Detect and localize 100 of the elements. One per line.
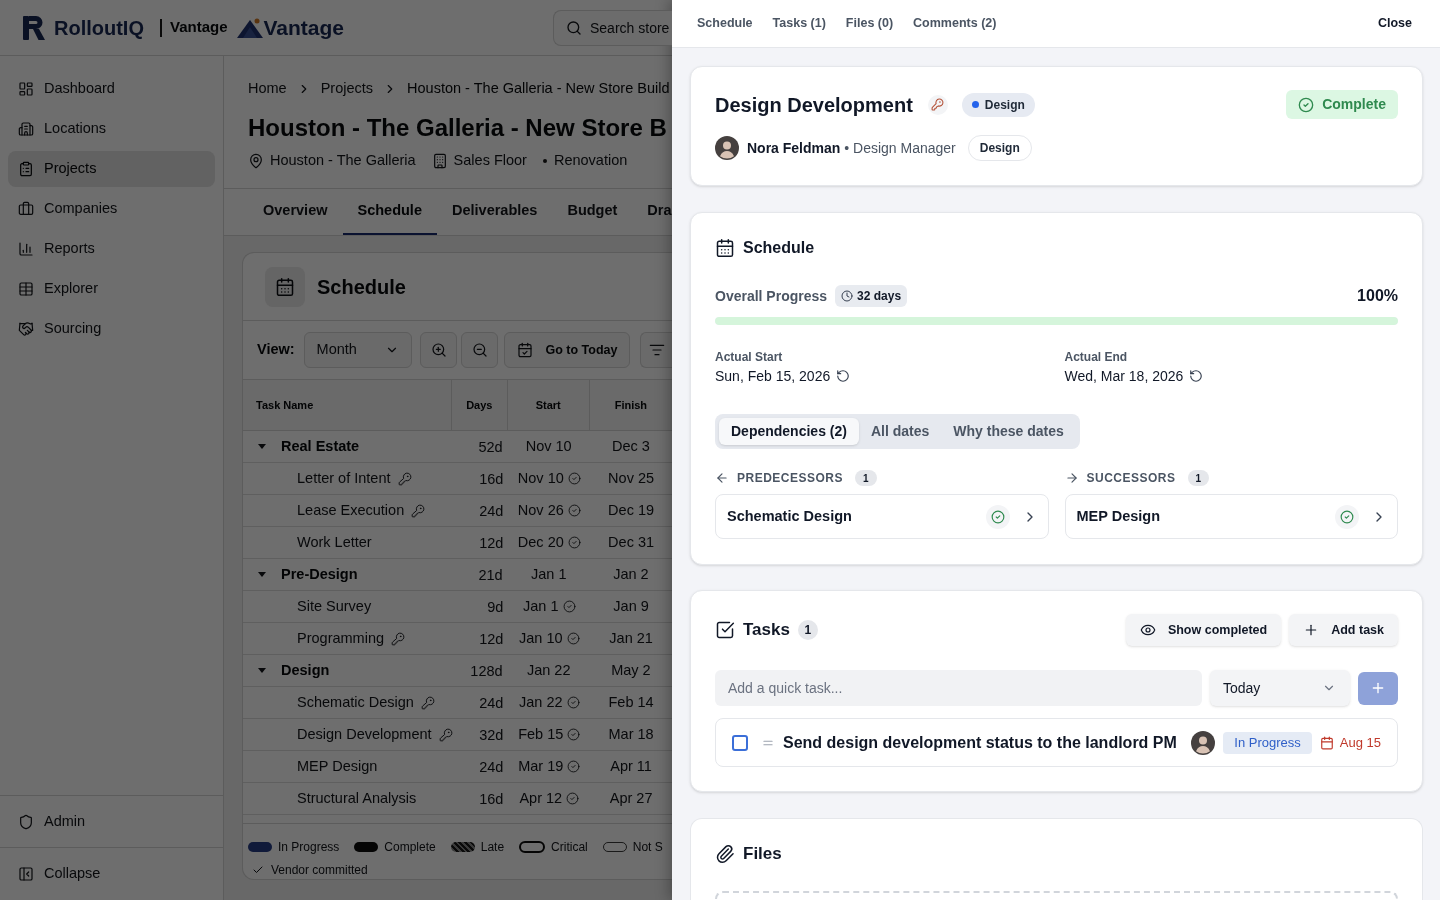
card-title: Schedule: [317, 274, 406, 300]
item-count: 1: [1187, 470, 1210, 486]
sidebar-item[interactable]: Reports: [8, 231, 215, 267]
caret-icon[interactable]: [258, 668, 266, 673]
panel-nav-link[interactable]: Tasks (1): [772, 14, 826, 33]
arrow-left-icon: [715, 471, 729, 485]
table-cell-text: Dec 3: [611, 436, 650, 456]
table-cell-text: Nov 10: [517, 468, 564, 488]
table-cell-text: Apr 12: [519, 788, 563, 808]
project-type: Renovation: [553, 151, 628, 171]
table-cell-text: Nov 26: [517, 500, 564, 520]
caret-icon[interactable]: [258, 572, 266, 577]
due-date-select[interactable]: Today: [1210, 670, 1350, 706]
column-header: Start: [535, 397, 561, 413]
table-cell-text: Dec 20: [517, 532, 564, 552]
sidebar-item[interactable]: Dashboard: [8, 71, 215, 107]
tab[interactable]: Dra: [632, 189, 672, 235]
sidebar-item[interactable]: Locations: [8, 111, 215, 147]
panel-nav-link[interactable]: Schedule: [697, 14, 753, 33]
column-header: Task Name: [256, 397, 314, 413]
sidebar-item[interactable]: Projects: [8, 151, 215, 187]
task-title: Send design development status to the landlord PM: [783, 732, 1177, 753]
task-name: Design Development: [297, 724, 432, 744]
filter-button[interactable]: [640, 332, 672, 368]
task-name: Site Survey: [297, 596, 372, 616]
reset-icon[interactable]: [836, 369, 851, 383]
task-name: Letter of Intent: [297, 468, 391, 488]
sidebar-item[interactable]: Sourcing: [8, 311, 215, 347]
section-title: Tasks: [743, 619, 790, 642]
table-cell: 21d: [478, 566, 503, 583]
task-name: Programming: [297, 628, 385, 648]
add-button[interactable]: [1358, 671, 1398, 705]
zoom-in-icon: [430, 342, 447, 358]
task-count: 1: [797, 620, 818, 640]
breadcrumb-link[interactable]: Projects: [320, 78, 374, 100]
table-cell: 12d: [479, 630, 504, 647]
swatch-icon: [450, 842, 475, 852]
add-task-button[interactable]: Add task: [1289, 614, 1398, 646]
quick-task-input[interactable]: Add a quick task...: [715, 670, 1202, 706]
dependency-item[interactable]: Schematic Design: [715, 494, 1049, 539]
breadcrumb-link[interactable]: Home: [248, 78, 287, 100]
swatch-icon: [519, 841, 546, 853]
table-cell: 52d: [478, 438, 503, 455]
avatar-icon: [1191, 730, 1216, 755]
phase-name: Design: [984, 96, 1025, 114]
item-count: 1: [855, 470, 877, 486]
go-to-today-button[interactable]: Go to Today: [504, 332, 631, 368]
reset-icon[interactable]: [1189, 369, 1204, 383]
table-cell-text: Dec 31: [608, 532, 655, 552]
filter-icon: [649, 342, 666, 358]
table-cell-text: Jan 1: [530, 564, 567, 584]
task-name: MEP Design: [297, 756, 378, 776]
caret-icon[interactable]: [258, 444, 266, 449]
handshake-icon: [18, 321, 34, 337]
close-button[interactable]: Close: [1377, 14, 1412, 33]
section-label: PREDECESSORS: [737, 470, 844, 487]
table-cell: 24d: [479, 694, 504, 711]
view-select[interactable]: Month: [303, 332, 412, 368]
collapse-panel-icon: [18, 866, 34, 882]
duration-text: 32 days: [857, 288, 902, 305]
dependency-item[interactable]: MEP Design: [1064, 494, 1398, 539]
checkbox[interactable]: [732, 734, 748, 751]
table-cell-text: Mar 19: [518, 756, 564, 776]
calendar-check-icon: [517, 342, 534, 358]
task-group-name: Pre-Design: [281, 564, 358, 584]
check-icon: [252, 864, 264, 876]
sidebar-item[interactable]: Admin: [18, 810, 86, 833]
sidebar-item[interactable]: Companies: [8, 191, 215, 227]
date-label: Actual Start: [715, 349, 784, 365]
eye-icon: [1139, 622, 1156, 638]
breadcrumb-current: Houston - The Galleria - New Store Build: [407, 79, 670, 99]
search-field[interactable]: Search store: [553, 9, 672, 46]
briefcase-icon: [18, 201, 34, 217]
tab[interactable]: Dependencies (2): [719, 418, 859, 445]
brand-name: Vantage: [263, 14, 345, 41]
panel-nav-link[interactable]: Files (0): [845, 14, 894, 33]
panel-nav-link[interactable]: Comments (2): [913, 14, 997, 33]
tab[interactable]: All dates: [858, 418, 942, 445]
zoom-in-button[interactable]: [419, 332, 458, 368]
tab[interactable]: Deliverables: [436, 189, 553, 235]
zoom-out-button[interactable]: [461, 332, 499, 368]
shield-icon: [18, 813, 34, 830]
task-name: Lease Execution: [297, 500, 405, 520]
tab[interactable]: Overview: [248, 189, 343, 235]
clock-icon: [841, 290, 854, 302]
sidebar-item[interactable]: Collapse: [18, 863, 101, 885]
paperclip-icon: [715, 844, 735, 864]
legend-label: Not S: [632, 839, 663, 856]
status-button[interactable]: Complete: [1286, 90, 1398, 119]
logo-mark-icon: [22, 14, 46, 41]
table-cell: 9d: [487, 598, 504, 615]
task-name: Structural Analysis: [297, 788, 417, 808]
show-completed-button[interactable]: Show completed: [1125, 614, 1282, 646]
tab[interactable]: Budget: [552, 189, 633, 235]
table-cell: 128d: [470, 662, 503, 679]
sidebar-item[interactable]: Explorer: [8, 271, 215, 307]
tab[interactable]: Why these dates: [941, 418, 1076, 445]
project-area: Sales Floor: [453, 150, 527, 172]
building-icon: [18, 121, 34, 137]
table-cell: 16d: [479, 790, 504, 807]
